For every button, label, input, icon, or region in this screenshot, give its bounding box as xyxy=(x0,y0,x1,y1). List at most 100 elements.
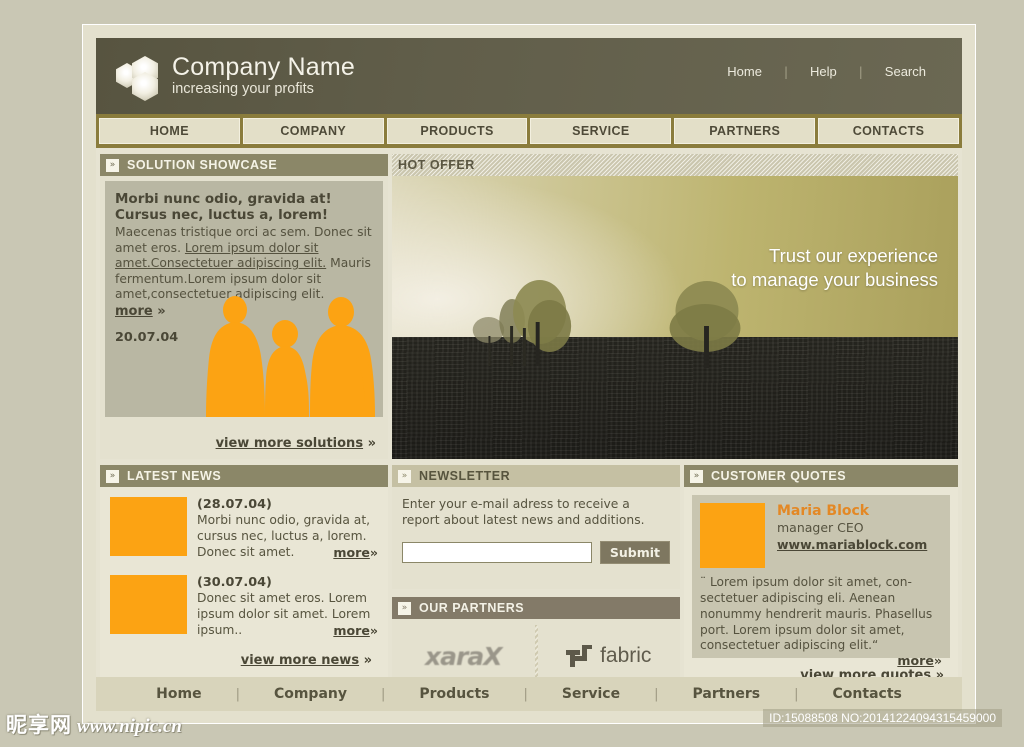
news-more-label[interactable]: more xyxy=(333,623,370,638)
hot-offer-panel: HOT OFFER Trust our experience to manage… xyxy=(392,154,958,459)
double-chevron-right-icon: » xyxy=(106,469,119,483)
nav-tab-home[interactable]: HOME xyxy=(99,118,240,144)
showcase-more-label[interactable]: more xyxy=(115,304,153,319)
view-more-news-label[interactable]: view more news xyxy=(241,653,359,668)
nav-tab-products[interactable]: PRODUCTS xyxy=(386,118,528,144)
quote-avatar xyxy=(700,503,765,568)
news-item-date: (28.07.04) xyxy=(197,497,272,512)
showcase-headline-line2: Cursus nec, luctus a, lorem! xyxy=(115,207,329,224)
section-title: LATEST NEWS xyxy=(127,469,222,483)
news-item-more-link[interactable]: more» xyxy=(333,623,378,639)
quote-person: Maria Block manager CEO www.mariablock.c… xyxy=(700,503,942,568)
section-title: NEWSLETTER xyxy=(419,469,511,483)
partner-cell-fabric[interactable]: fabric xyxy=(538,644,681,668)
showcase-date: 20.07.04 xyxy=(115,329,179,345)
newsletter-body: Enter your e-mail adress to receive a re… xyxy=(392,487,680,589)
newsletter-panel: » NEWSLETTER Enter your e-mail adress to… xyxy=(392,465,680,589)
view-more-solutions-link[interactable]: view more solutions » xyxy=(216,436,376,451)
xara-logo-icon: xaraX xyxy=(425,641,502,671)
news-item-more-link[interactable]: more» xyxy=(333,545,378,561)
partner-cell-xara[interactable]: xaraX xyxy=(392,642,535,671)
quote-text: ¨ Lorem ipsum dolor sit amet, con-sectet… xyxy=(700,575,933,653)
section-title: OUR PARTNERS xyxy=(419,601,525,615)
nipic-watermark-url: www.nipic.cn xyxy=(77,716,182,737)
nav-tab-company[interactable]: COMPANY xyxy=(242,118,384,144)
trees-silhouette-graphic xyxy=(472,280,741,368)
nav-tab-service[interactable]: SERVICE xyxy=(530,118,672,144)
showcase-headline: Morbi nunc odio, gravida at! Cursus nec,… xyxy=(115,191,373,224)
company-name: Company Name xyxy=(172,53,356,81)
quote-more-arrow: » xyxy=(933,653,942,669)
section-title: SOLUTION SHOWCASE xyxy=(127,158,278,172)
view-more-news-link[interactable]: view more news » xyxy=(110,653,378,668)
news-thumbnail[interactable] xyxy=(110,497,187,556)
double-chevron-right-icon: » xyxy=(106,158,119,172)
top-link-search[interactable]: Search xyxy=(863,64,948,79)
company-tagline: increasing your profits xyxy=(172,81,314,98)
solution-showcase-body: Morbi nunc odio, gravida at! Cursus nec,… xyxy=(100,176,388,459)
showcase-more-arrow: » xyxy=(157,303,166,319)
newsletter-submit-button[interactable]: Submit xyxy=(599,540,670,564)
view-more-solutions-label[interactable]: view more solutions xyxy=(216,436,364,451)
nav-tab-contacts[interactable]: CONTACTS xyxy=(818,118,959,144)
news-list-item: (30.07.04) Donec sit amet eros. Lorem ip… xyxy=(110,574,378,639)
footer-link-service[interactable]: Service xyxy=(528,686,654,702)
fabric-logo-icon: fabric xyxy=(566,644,651,668)
view-more-solutions-arrow: » xyxy=(367,436,376,451)
latest-news-header: » LATEST NEWS xyxy=(100,465,388,487)
quote-card: Maria Block manager CEO www.mariablock.c… xyxy=(692,495,950,668)
nipic-watermark: 昵享网 www.nipic.cn xyxy=(6,709,182,739)
quote-more-link[interactable]: more» xyxy=(700,653,942,668)
news-more-label[interactable]: more xyxy=(333,545,370,560)
quote-person-info: Maria Block manager CEO www.mariablock.c… xyxy=(777,503,927,568)
page-frame: Company Name increasing your profits Hom… xyxy=(82,24,976,724)
hot-offer-tagline-line1: Trust our experience xyxy=(769,245,938,266)
latest-news-panel: » LATEST NEWS (28.07.04) Morbi nunc odio… xyxy=(100,465,388,700)
brand-block: Company Name increasing your profits xyxy=(172,54,355,99)
showcase-headline-line1: Morbi nunc odio, gravida at! xyxy=(115,191,332,207)
news-thumbnail[interactable] xyxy=(110,574,187,634)
latest-news-body: (28.07.04) Morbi nunc odio, gravida at, … xyxy=(100,487,388,700)
news-item-date: (30.07.04) xyxy=(197,574,272,590)
top-link-help[interactable]: Help xyxy=(788,64,859,79)
view-more-news-arrow: » xyxy=(363,652,372,668)
footer-link-contacts[interactable]: Contacts xyxy=(799,686,936,702)
news-item-text: (30.07.04) Donec sit amet eros. Lorem ip… xyxy=(197,575,378,639)
double-chevron-right-icon: » xyxy=(398,601,411,615)
double-chevron-right-icon: » xyxy=(690,469,703,483)
top-utility-links: Home | Help | Search xyxy=(705,64,948,79)
content-area: » SOLUTION SHOWCASE Morbi nunc odio, gra… xyxy=(96,148,962,703)
newsletter-email-input[interactable] xyxy=(402,541,592,563)
section-title: HOT OFFER xyxy=(398,158,475,172)
hot-offer-tagline-line2: to manage your business xyxy=(731,268,938,290)
solution-showcase-panel: » SOLUTION SHOWCASE Morbi nunc odio, gra… xyxy=(100,154,388,459)
hot-offer-banner-image[interactable]: Trust our experience to manage your busi… xyxy=(392,176,958,459)
showcase-card: Morbi nunc odio, gravida at! Cursus nec,… xyxy=(105,181,383,417)
three-orange-people-silhouettes-icon xyxy=(206,296,375,417)
customer-quotes-header: » CUSTOMER QUOTES xyxy=(684,465,958,487)
top-link-home[interactable]: Home xyxy=(705,64,784,79)
footer-link-products[interactable]: Products xyxy=(385,686,523,702)
newsletter-header: » NEWSLETTER xyxy=(392,465,680,487)
nav-tab-partners[interactable]: PARTNERS xyxy=(674,118,816,144)
hot-offer-header: HOT OFFER xyxy=(392,154,958,176)
fabric-mark-shape xyxy=(566,645,593,667)
our-partners-header: » OUR PARTNERS xyxy=(392,597,680,619)
section-title: CUSTOMER QUOTES xyxy=(711,469,847,483)
fabric-logo-text: fabric xyxy=(600,644,652,667)
bottom-row: » LATEST NEWS (28.07.04) Morbi nunc odio… xyxy=(100,465,958,703)
news-more-arrow: » xyxy=(369,544,378,560)
quote-more-label[interactable]: more xyxy=(897,653,934,668)
solution-showcase-header: » SOLUTION SHOWCASE xyxy=(100,154,388,176)
footer-link-company[interactable]: Company xyxy=(240,686,381,702)
news-more-arrow: » xyxy=(369,622,378,638)
newsletter-description: Enter your e-mail adress to receive a re… xyxy=(402,497,645,527)
customer-quotes-body: Maria Block manager CEO www.mariablock.c… xyxy=(684,487,958,700)
site-header: Company Name increasing your profits Hom… xyxy=(96,38,962,114)
double-chevron-right-icon: » xyxy=(398,469,411,483)
customer-quotes-panel: » CUSTOMER QUOTES Maria Block manager CE… xyxy=(684,465,958,700)
footer-link-partners[interactable]: Partners xyxy=(658,686,794,702)
hexagon-cluster-logo-icon xyxy=(116,56,168,101)
footer-link-home[interactable]: Home xyxy=(122,686,235,702)
quote-person-website-link[interactable]: www.mariablock.com xyxy=(777,537,927,552)
